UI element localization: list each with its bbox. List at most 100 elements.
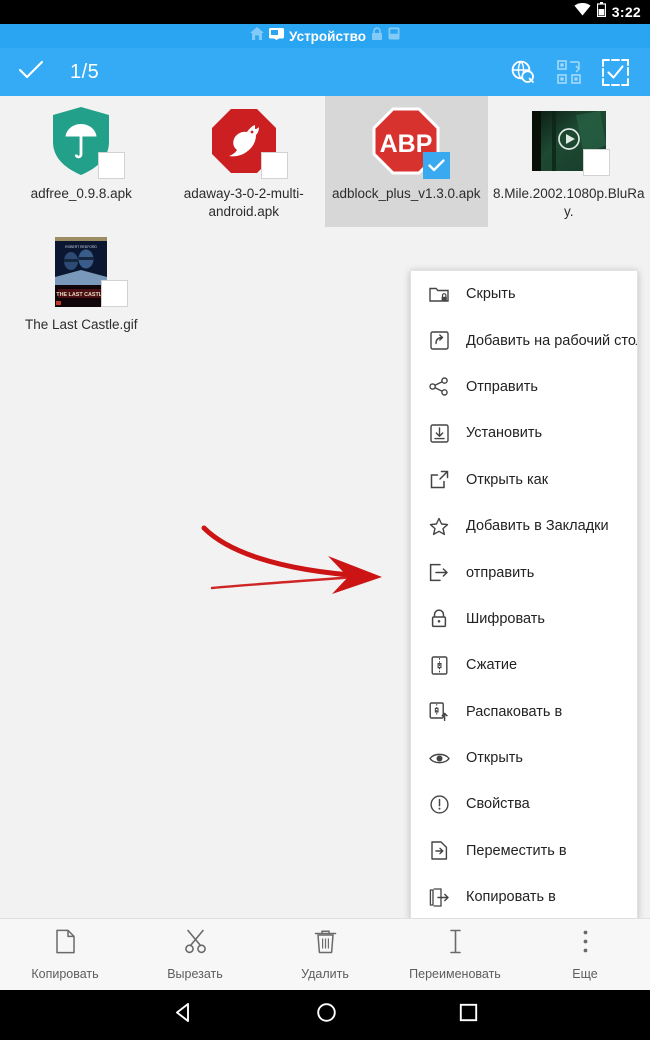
file-name: adblock_plus_v1.3.0.apk xyxy=(331,186,481,201)
text-cursor-icon xyxy=(447,929,464,959)
status-bar: 3:22 xyxy=(0,0,650,24)
info-icon xyxy=(428,793,450,815)
menu-item-extract-to[interactable]: Распаковать в xyxy=(411,689,637,735)
copy-to-icon xyxy=(428,886,450,908)
add-shortcut-icon xyxy=(428,330,450,352)
menu-item-move-to[interactable]: Переместить в xyxy=(411,828,637,874)
move-to-icon xyxy=(428,840,450,862)
file-item[interactable]: ROBERT REDFORD THE LAST CASTLE The Last … xyxy=(0,227,163,340)
android-nav-bar xyxy=(0,990,650,1040)
bottom-action-label: Удалить xyxy=(301,966,349,981)
breadcrumb[interactable]: Устройство xyxy=(0,24,650,48)
bottom-toolbar: Копировать Вырезать Удалить Переименоват… xyxy=(0,918,650,990)
file-name: adaway-3-0-2-multi-android.apk xyxy=(183,186,304,219)
file-item-selected[interactable]: ABP adblock_plus_v1.3.0.apk xyxy=(325,96,488,227)
menu-item-label: отправить xyxy=(466,564,535,581)
menu-item-label: Распаковать в xyxy=(466,703,563,720)
file-item[interactable]: 8.Mile.2002.1080p.BluRay. xyxy=(488,96,650,227)
menu-item-label: Скрыть xyxy=(466,286,516,303)
sdcard-icon[interactable] xyxy=(269,27,285,45)
bottom-action-copy[interactable]: Копировать xyxy=(0,919,130,990)
selection-action-bar: 1/5 xyxy=(0,48,650,96)
movie-poster-thumbnail: ROBERT REDFORD THE LAST CASTLE xyxy=(44,235,129,309)
unzip-icon xyxy=(428,701,450,723)
home-button[interactable] xyxy=(316,1002,337,1028)
file-name: adfree_0.9.8.apk xyxy=(30,186,132,201)
status-time: 3:22 xyxy=(611,4,641,20)
scissors-icon xyxy=(183,929,208,959)
breadcrumb-label[interactable]: Устройство xyxy=(289,29,366,44)
svg-text:ROBERT REDFORD: ROBERT REDFORD xyxy=(65,245,97,249)
file-manager-screen: 3:22 Устройство 1/5 adfree_0.9.8.apk ada… xyxy=(0,0,650,1040)
menu-item-hide[interactable]: Скрыть xyxy=(411,271,637,317)
bottom-action-cut[interactable]: Вырезать xyxy=(130,919,260,990)
menu-item-label: Добавить на рабочий стол xyxy=(466,332,638,349)
file-checkbox[interactable] xyxy=(98,152,126,179)
file-checkbox[interactable] xyxy=(582,149,610,176)
folder-lock-icon xyxy=(428,283,450,305)
menu-item-add-to-desktop[interactable]: Добавить на рабочий стол xyxy=(411,317,637,363)
star-icon xyxy=(428,515,450,537)
menu-item-copy-to[interactable]: Копировать в xyxy=(411,874,637,919)
bottom-action-label: Вырезать xyxy=(167,966,223,981)
search-globe-icon[interactable] xyxy=(500,59,546,85)
bottom-action-more[interactable]: Еще xyxy=(520,919,650,990)
bottom-action-label: Переименовать xyxy=(409,966,501,981)
file-checkbox-checked[interactable] xyxy=(423,152,451,179)
menu-item-open-as[interactable]: Открыть как xyxy=(411,457,637,503)
menu-item-label: Шифровать xyxy=(466,610,545,627)
trash-icon xyxy=(314,929,337,959)
adblock-plus-icon: ABP xyxy=(369,104,451,179)
send-out-icon xyxy=(428,562,450,584)
menu-item-encrypt[interactable]: Шифровать xyxy=(411,596,637,642)
menu-item-label: Свойства xyxy=(466,796,530,813)
bottom-action-rename[interactable]: Переименовать xyxy=(390,919,520,990)
copy-icon xyxy=(54,929,77,959)
lock-icon[interactable] xyxy=(371,27,383,45)
menu-item-label: Переместить в xyxy=(466,842,567,859)
storage-icon[interactable] xyxy=(388,27,400,45)
menu-item-install[interactable]: Установить xyxy=(411,410,637,456)
select-all-icon[interactable] xyxy=(592,58,638,86)
bottom-action-label: Копировать xyxy=(31,966,99,981)
menu-item-share[interactable]: Отправить xyxy=(411,364,637,410)
share-icon xyxy=(428,376,450,398)
checkmark-icon[interactable] xyxy=(18,60,44,85)
menu-item-label: Установить xyxy=(466,425,543,442)
menu-item-label: Копировать в xyxy=(466,889,556,906)
menu-item-label: Открыть xyxy=(466,750,523,767)
open-external-icon xyxy=(428,469,450,491)
shield-umbrella-icon xyxy=(44,104,126,179)
file-name: The Last Castle.gif xyxy=(24,316,138,332)
menu-item-properties[interactable]: Свойства xyxy=(411,781,637,827)
menu-item-send[interactable]: отправить xyxy=(411,549,637,595)
file-item[interactable]: adaway-3-0-2-multi-android.apk xyxy=(163,96,326,227)
overflow-menu-icon xyxy=(582,929,589,959)
menu-item-add-bookmark[interactable]: Добавить в Закладки xyxy=(411,503,637,549)
menu-item-label: Открыть как xyxy=(466,471,549,488)
context-menu: Скрыть Добавить на рабочий стол Отправит… xyxy=(410,270,638,920)
file-checkbox[interactable] xyxy=(101,279,129,307)
recents-button[interactable] xyxy=(459,1003,478,1027)
file-checkbox[interactable] xyxy=(260,152,288,179)
wifi-icon xyxy=(574,3,591,21)
zip-icon xyxy=(428,654,450,676)
menu-item-label: Добавить в Закладки xyxy=(466,518,609,535)
bottom-action-label: Еще xyxy=(572,966,598,981)
file-name: 8.Mile.2002.1080p.BluRay. xyxy=(492,186,645,219)
battery-icon xyxy=(596,2,606,22)
selection-count: 1/5 xyxy=(70,60,100,83)
eye-icon xyxy=(428,747,450,769)
back-button[interactable] xyxy=(173,1002,194,1028)
qr-transfer-icon[interactable] xyxy=(546,59,592,85)
menu-item-open[interactable]: Открыть xyxy=(411,735,637,781)
lock-icon xyxy=(428,608,450,630)
bottom-action-delete[interactable]: Удалить xyxy=(260,919,390,990)
menu-item-label: Отправить xyxy=(466,378,538,395)
svg-text:THE LAST CASTLE: THE LAST CASTLE xyxy=(57,292,107,298)
video-thumbnail xyxy=(531,104,610,178)
file-item[interactable]: adfree_0.9.8.apk xyxy=(0,96,163,227)
install-icon xyxy=(428,422,450,444)
menu-item-compress[interactable]: Сжатие xyxy=(411,642,637,688)
home-icon[interactable] xyxy=(250,27,265,45)
